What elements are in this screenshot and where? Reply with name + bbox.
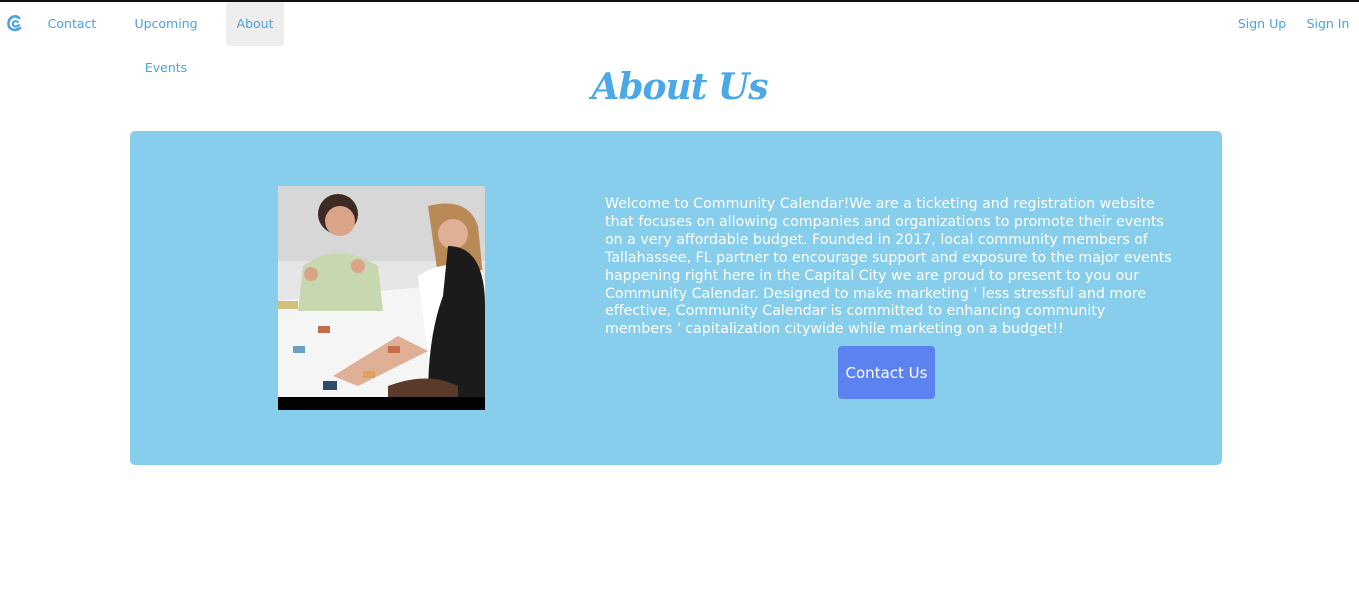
sign-in-link[interactable]: Sign In [1302,2,1354,46]
about-panel: Welcome to Community Calendar!We are a t… [130,131,1222,465]
nav-upcoming-events[interactable]: Upcoming Events [112,2,220,75]
team-meeting-photo [278,186,485,410]
about-description: Welcome to Community Calendar!We are a t… [605,196,1172,338]
navbar: Contact Upcoming Events About Sign Up Si… [0,2,1359,75]
nav-about[interactable]: About [226,2,284,46]
contact-us-button[interactable]: Contact Us [838,346,935,399]
nav-contact[interactable]: Contact [44,2,100,46]
sign-up-link[interactable]: Sign Up [1234,2,1290,46]
page-title: About Us [591,66,768,108]
community-calendar-logo-icon[interactable] [6,14,24,34]
